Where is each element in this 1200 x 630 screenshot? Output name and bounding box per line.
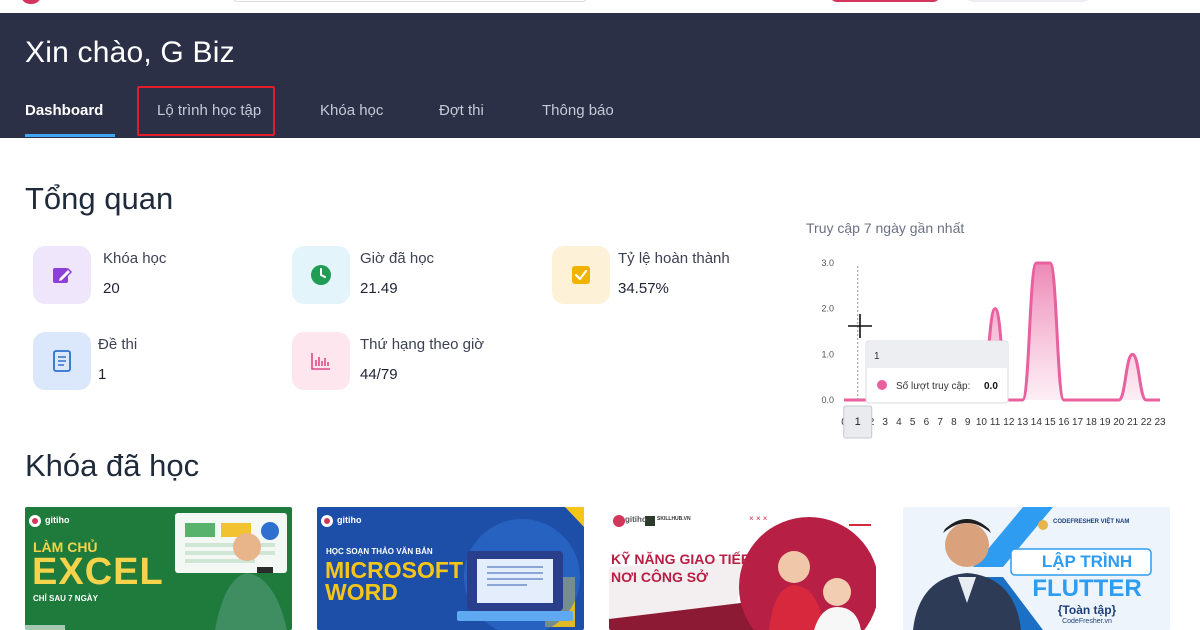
x-tick-label: 9 — [965, 417, 971, 428]
card-topline: HỌC SOẠN THẢO VĂN BẢN — [326, 547, 433, 556]
y-tick-label: 2.0 — [821, 304, 834, 314]
bar-chart-icon — [292, 332, 350, 390]
primary-button[interactable] — [830, 0, 940, 2]
card-main-title: EXCEL — [32, 551, 164, 593]
x-tick-label: 12 — [1003, 417, 1015, 428]
svg-text:× × ×: × × × — [749, 514, 768, 523]
stat-value: 20 — [103, 280, 120, 297]
x-tick-label: 22 — [1141, 417, 1153, 428]
document-icon — [33, 332, 91, 390]
courses-title: Khóa đã học — [25, 448, 200, 483]
x-tick-label: 15 — [1045, 417, 1057, 428]
welcome-header: Xin chào, G Biz Dashboard Lộ trình học t… — [0, 13, 1200, 138]
access-chart[interactable]: 0.01.02.03.00123456789101112131415161718… — [806, 248, 1170, 448]
active-tab-indicator — [25, 134, 115, 137]
stat-label: Giờ đã học — [360, 250, 435, 267]
tooltip-title: 1 — [874, 351, 880, 362]
stat-completion: Tỷ lệ hoàn thành 34.57% — [552, 246, 782, 304]
stat-label: Tỷ lệ hoàn thành — [618, 250, 730, 267]
stat-value: 44/79 — [360, 366, 398, 383]
x-tick-label: 11 — [990, 417, 1001, 428]
card-main-title-2: NƠI CÔNG SỞ — [611, 569, 709, 585]
stat-courses: Khóa học 20 — [33, 246, 263, 304]
x-tick-label: 5 — [910, 417, 916, 428]
stat-ranking: Thứ hạng theo giờ 44/79 — [292, 332, 522, 390]
card-footer: CodeFresher.vn — [1062, 618, 1112, 625]
x-tick-label: 6 — [924, 417, 930, 428]
tooltip-marker — [877, 380, 887, 390]
chart-title: Truy cập 7 ngày gần nhất — [806, 220, 965, 236]
course-card-excel[interactable]: gitiho LÀM CHỦ EXCEL CHỈ SAU 7 NGÀY — [25, 507, 292, 630]
stat-label: Đề thi — [98, 336, 138, 353]
course-card-flutter[interactable]: CODEFRESHER VIỆT NAM LẬP TRÌNH FLUTTER {… — [903, 507, 1170, 630]
stat-exams: Đề thi 1 — [33, 332, 263, 390]
card-main-title: FLUTTER — [1032, 575, 1142, 602]
y-tick-label: 0.0 — [821, 395, 834, 405]
x-tick-label: 17 — [1072, 417, 1084, 428]
card-subtitle: {Toàn tập} — [1057, 603, 1117, 617]
brand-label: CODEFRESHER VIỆT NAM — [1053, 519, 1130, 525]
x-tick-label: 14 — [1031, 417, 1043, 428]
tab-notifications[interactable]: Thông báo — [542, 102, 614, 119]
stat-hours: Giờ đã học 21.49 — [292, 246, 522, 304]
brand-label-2: SKILLHUB.VN — [657, 516, 691, 522]
overview-title: Tổng quan — [25, 181, 174, 216]
x-tick-label: 3 — [882, 417, 888, 428]
tab-dashboard[interactable]: Dashboard — [25, 102, 103, 119]
clock-icon — [292, 246, 350, 304]
stat-label: Khóa học — [103, 250, 167, 267]
card-main-title: KỸ NĂNG GIAO TIẾP — [611, 551, 751, 567]
top-navbar — [0, 0, 1200, 13]
y-tick-label: 1.0 — [821, 349, 834, 359]
x-tick-label: 16 — [1058, 417, 1070, 428]
highlight-box — [137, 86, 275, 136]
hover-x-label: 1 — [855, 416, 861, 428]
x-tick-label: 23 — [1154, 417, 1166, 428]
search-input[interactable] — [232, 0, 588, 2]
secondary-button[interactable] — [966, 0, 1090, 2]
checkbox-icon — [552, 246, 610, 304]
stat-label: Thứ hạng theo giờ — [360, 336, 485, 353]
x-tick-label: 21 — [1127, 417, 1139, 428]
brand-label: gitiho — [337, 515, 362, 525]
x-tick-label: 8 — [951, 417, 957, 428]
x-tick-label: 13 — [1017, 417, 1029, 428]
x-tick-label: 7 — [937, 417, 943, 428]
x-tick-label: 20 — [1113, 417, 1125, 428]
course-card-communication[interactable]: × × × gitiho SKILLHUB.VN KỸ NĂNG GIAO TI… — [609, 507, 876, 630]
x-tick-label: 10 — [976, 417, 988, 428]
stat-value: 1 — [98, 366, 107, 383]
tooltip-header — [867, 342, 1007, 368]
y-tick-label: 3.0 — [821, 258, 834, 268]
edit-icon — [33, 246, 91, 304]
greeting-title: Xin chào, G Biz — [25, 36, 235, 69]
brand-label: gitiho — [625, 515, 647, 524]
x-tick-label: 19 — [1099, 417, 1111, 428]
logo[interactable] — [22, 0, 40, 4]
tab-courses[interactable]: Khóa học — [320, 102, 383, 119]
tab-bar: Dashboard Lộ trình học tập Khóa học Đợt … — [0, 85, 1200, 138]
x-tick-label: 18 — [1086, 417, 1098, 428]
tab-exams[interactable]: Đợt thi — [439, 102, 484, 119]
tooltip-value: 0.0 — [984, 381, 998, 392]
card-subtitle: CHỈ SAU 7 NGÀY — [33, 594, 98, 603]
stat-value: 34.57% — [618, 280, 669, 297]
tooltip-series-name: Số lượt truy cập: — [896, 380, 970, 392]
course-card-word[interactable]: gitiho HỌC SOẠN THẢO VĂN BẢN MICROSOFT W… — [317, 507, 584, 630]
card-main-title-2: WORD — [325, 579, 398, 605]
card-topline: LẬP TRÌNH — [1041, 552, 1133, 571]
stat-value: 21.49 — [360, 280, 398, 297]
brand-label: gitiho — [45, 515, 70, 525]
crosshair-cursor — [848, 314, 872, 338]
x-tick-label: 4 — [896, 417, 902, 428]
